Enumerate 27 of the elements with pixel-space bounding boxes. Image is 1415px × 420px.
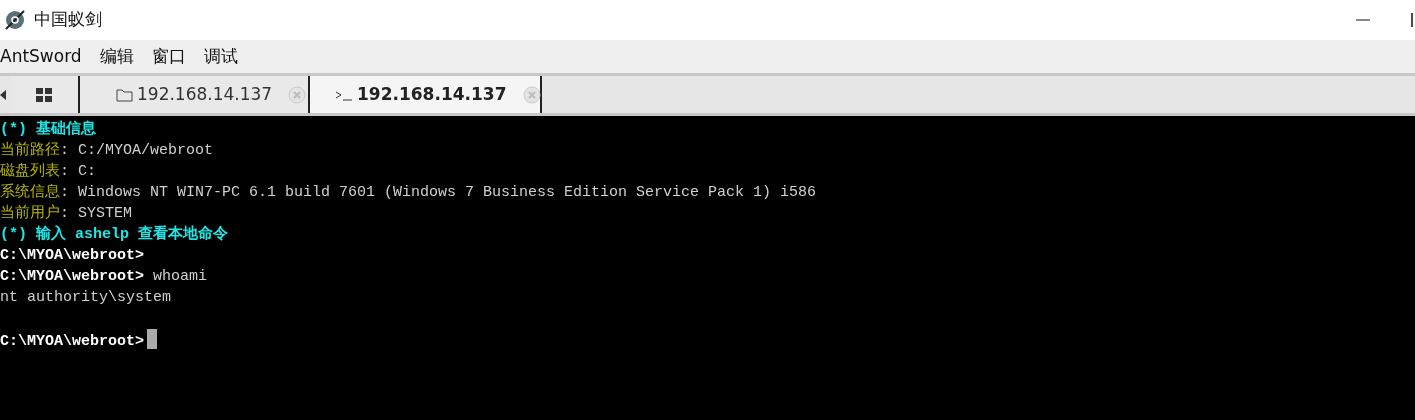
command-prompt: C:\MYOA\webroot> <box>0 333 145 350</box>
info-label: 当前路径 <box>0 142 60 159</box>
command-prompt: C:\MYOA\webroot> <box>0 247 145 264</box>
info-label: 磁盘列表 <box>0 163 60 180</box>
menu-item[interactable]: 编辑 <box>90 43 143 70</box>
terminal-text: whoami <box>152 268 208 285</box>
terminal-text: : C:/MYOA/webroot <box>60 142 214 159</box>
grid-icon <box>36 87 52 102</box>
menu-item[interactable]: 窗口 <box>142 43 195 70</box>
info-label: 系统信息 <box>0 184 60 201</box>
maximize-icon[interactable] <box>1411 12 1415 28</box>
scroll-left-icon[interactable] <box>0 89 6 100</box>
info-heading: (*) 输入 ashelp 查看本地命令 <box>0 226 229 243</box>
info-heading: (*) 基础信息 <box>0 121 96 138</box>
menu-item[interactable]: 调试 <box>194 43 247 70</box>
window-title: 中国蚁剑 <box>34 8 102 32</box>
terminal-text: nt authority\system <box>0 289 172 306</box>
info-label: 当前用户 <box>0 205 60 222</box>
menu-item[interactable]: AntSword <box>0 43 91 70</box>
command-prompt: C:\MYOA\webroot> <box>0 268 145 285</box>
close-icon[interactable] <box>522 85 541 104</box>
terminal-text: : Windows NT WIN7-PC 6.1 build 7601 (Windows 7 Business Edition Service Pack 1) i586 <box>60 184 817 201</box>
folder-icon <box>116 87 133 102</box>
tab[interactable]: 192.168.14.137 <box>310 76 542 113</box>
terminal-text: : C: <box>60 163 96 180</box>
app-logo-icon <box>4 9 26 31</box>
terminal-text: : SYSTEM <box>60 205 132 222</box>
